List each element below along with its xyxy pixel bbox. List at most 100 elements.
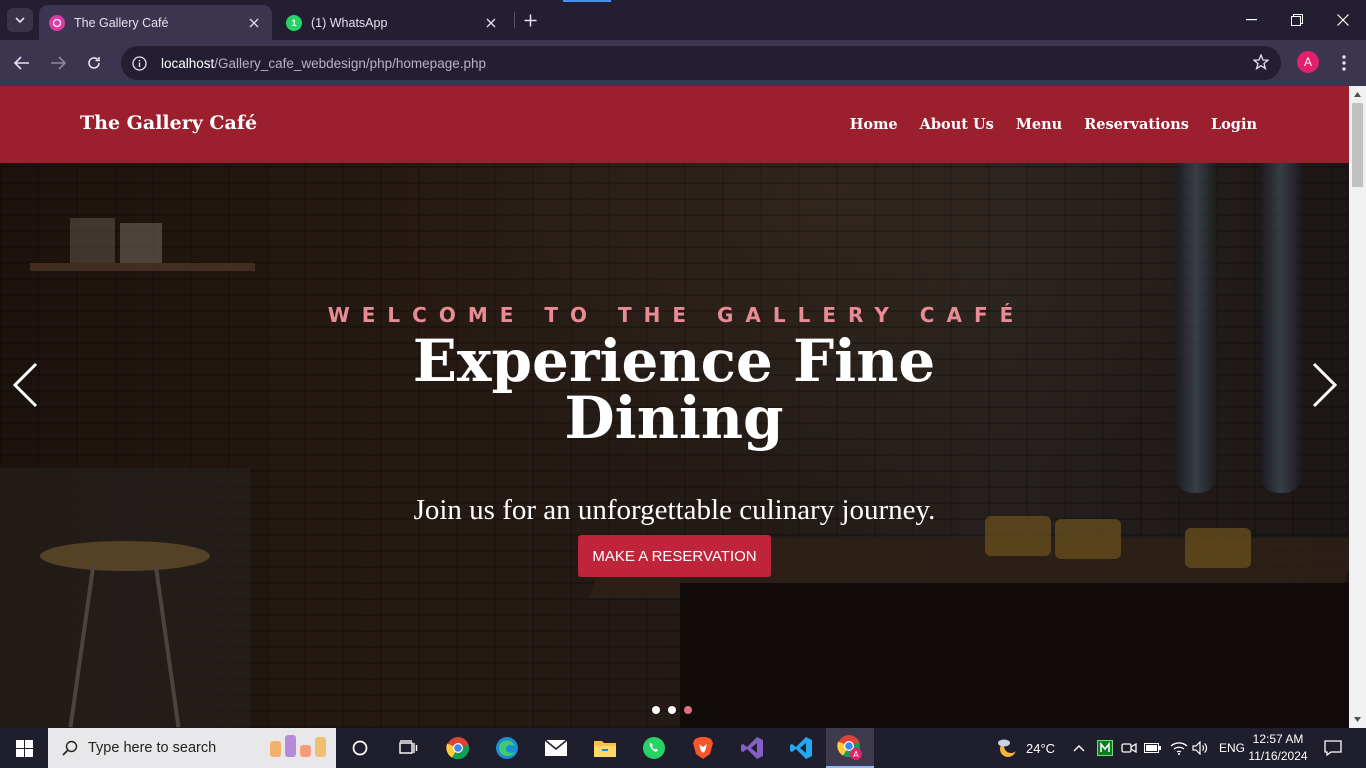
input-language-tray[interactable]: ENG [1219,728,1245,768]
browser-toolbar: localhost/Gallery_cafe_webdesign/php/hom… [0,40,1366,86]
search-highlight-lanterns-icon [270,735,326,757]
hero-kicker: WELCOME TO THE GALLERY CAFÉ [327,303,1026,327]
scroll-up-arrow-icon[interactable] [1349,86,1366,103]
site-navbar: The Gallery Café Home About Us Menu Rese… [0,86,1349,163]
mail-taskbar-icon[interactable] [532,728,580,768]
scrollbar-thumb[interactable] [1352,103,1363,187]
carousel-prev-button[interactable] [5,361,45,409]
hero-carousel: WELCOME TO THE GALLERY CAFÉ Experience F… [0,163,1349,728]
gallery-cafe-favicon-icon [49,14,65,31]
nav-link-login[interactable]: Login [1211,116,1257,133]
windows-logo-icon [15,739,33,757]
brave-taskbar-icon[interactable] [679,728,727,768]
green-app-tray-icon [1097,740,1113,756]
tab-search-button[interactable] [7,8,33,32]
speaker-icon [1192,741,1208,755]
taskbar-search-box[interactable]: Type here to search [48,728,336,768]
chevron-left-icon [12,362,38,408]
network-tray[interactable] [1170,728,1188,768]
page-scrollbar[interactable] [1349,86,1366,728]
vscode-taskbar-icon[interactable] [777,728,825,768]
carousel-indicator-3[interactable] [684,706,692,714]
weather-moon-cloud-icon [998,739,1018,757]
kebab-menu-icon [1342,55,1346,71]
taskbar-clock[interactable]: 12:57 AM 11/16/2024 [1246,731,1310,765]
close-window-button[interactable] [1320,0,1366,40]
address-bar[interactable]: localhost/Gallery_cafe_webdesign/php/hom… [121,46,1281,80]
tab-gallery-cafe[interactable]: The Gallery Café [39,5,272,40]
nav-link-about-us[interactable]: About Us [920,116,994,133]
new-tab-button[interactable] [519,9,541,31]
bookmark-star-icon[interactable] [1252,53,1270,75]
hero-subhead: Join us for an unforgettable culinary jo… [413,494,936,526]
minimize-icon [1245,19,1257,21]
restore-button[interactable] [1274,0,1320,40]
show-hidden-icons-button[interactable] [1073,728,1085,768]
tab-whatsapp[interactable]: 1 (1) WhatsApp [276,5,509,40]
reload-icon [88,57,100,69]
meet-now-tray[interactable] [1121,728,1137,768]
battery-icon [1144,743,1161,753]
visual-studio-taskbar-icon[interactable] [728,728,776,768]
task-view-icon [399,740,418,754]
input-language: ENG [1219,741,1246,755]
plus-icon [524,14,536,26]
windows-taskbar: Type here to search A 24°C ENG 12:57 AM … [0,728,1366,768]
chevron-down-icon [15,17,25,23]
whatsapp-taskbar-icon[interactable] [630,728,678,768]
scroll-down-arrow-icon[interactable] [1349,711,1366,728]
tray-app-icon[interactable] [1097,728,1113,768]
close-tab-icon[interactable] [483,15,499,31]
notification-icon [1324,740,1342,756]
page-viewport: The Gallery Café Home About Us Menu Rese… [0,86,1349,728]
arrow-left-icon [14,56,29,70]
restore-icon [1291,14,1303,26]
site-info-icon[interactable] [131,55,147,71]
cortana-button[interactable] [336,728,384,768]
tab-title: (1) WhatsApp [311,15,388,30]
whatsapp-favicon-icon: 1 [286,14,302,31]
minimize-button[interactable] [1228,0,1274,40]
nav-link-home[interactable]: Home [850,116,898,133]
weather-widget[interactable]: 24°C [996,728,1055,768]
wifi-icon [1170,742,1188,755]
task-view-button[interactable] [384,728,432,768]
volume-tray[interactable] [1192,728,1208,768]
url-host: localhost [161,55,215,71]
carousel-indicators [652,706,692,714]
chevron-up-icon [1073,745,1085,752]
clock-time: 12:57 AM [1252,732,1304,746]
carousel-indicator-2[interactable] [668,706,676,714]
back-button[interactable] [8,49,36,77]
clock-date: 11/16/2024 [1248,749,1308,763]
hero-headline: Experience Fine Dining [412,327,936,452]
start-button[interactable] [0,728,48,768]
reload-button[interactable] [80,49,108,77]
site-nav-links: Home About Us Menu Reservations Login [850,116,1257,133]
carousel-next-button[interactable] [1305,361,1345,409]
tab-separator [514,12,515,28]
camera-icon [1121,742,1137,754]
close-tab-icon[interactable] [246,15,262,31]
chrome-taskbar-icon[interactable] [434,728,482,768]
profile-avatar[interactable]: A [1297,51,1319,73]
chevron-right-icon [1312,362,1338,408]
edge-taskbar-icon[interactable] [483,728,531,768]
browser-menu-button[interactable] [1334,52,1354,74]
hero-caption: WELCOME TO THE GALLERY CAFÉ Experience F… [0,163,1349,728]
nav-link-reservations[interactable]: Reservations [1084,116,1189,133]
cortana-ring-icon [352,740,368,756]
forward-button[interactable] [44,49,72,77]
chrome-profile-taskbar-icon[interactable]: A [826,728,874,768]
weather-temperature: 24°C [1026,740,1056,756]
carousel-indicator-1[interactable] [652,706,660,714]
file-explorer-taskbar-icon[interactable] [581,728,629,768]
action-center-button[interactable] [1318,728,1348,768]
battery-tray[interactable] [1144,728,1162,768]
search-icon [62,740,78,756]
make-reservation-button[interactable]: MAKE A RESERVATION [578,535,771,577]
url-text: localhost/Gallery_cafe_webdesign/php/hom… [161,56,486,71]
nav-link-menu[interactable]: Menu [1016,116,1062,133]
url-path: /Gallery_cafe_webdesign/php/homepage.php [214,55,486,71]
site-brand[interactable]: The Gallery Café [80,112,257,134]
